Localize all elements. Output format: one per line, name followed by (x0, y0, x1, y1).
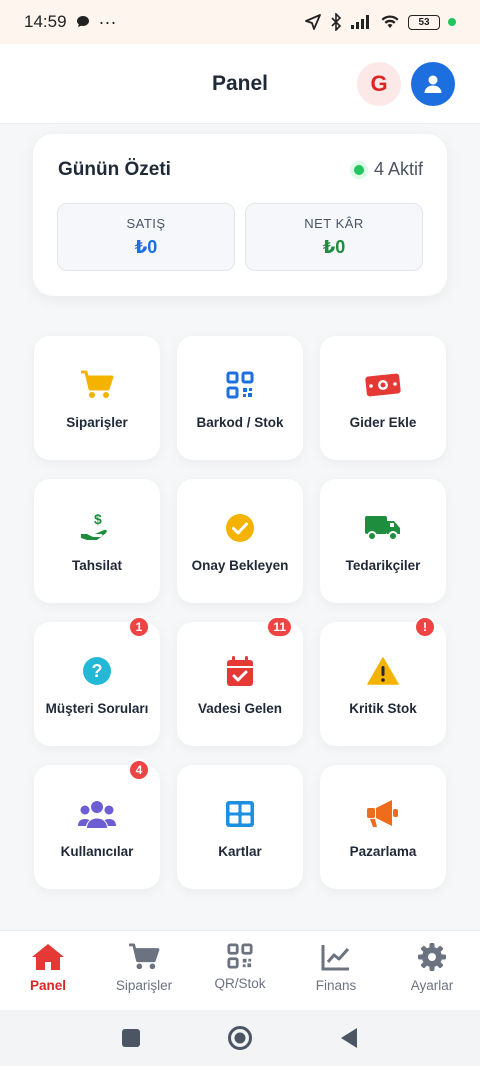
sales-stat: SATIŞ ₺0 (57, 203, 235, 271)
cart-icon (129, 943, 160, 970)
tile-label: Kritik Stok (349, 701, 417, 716)
tile-label: Vadesi Gelen (197, 701, 283, 716)
sales-label: SATIŞ (126, 216, 166, 231)
home-circle-icon[interactable] (227, 1025, 253, 1051)
tile-tedarikciler[interactable]: Tedarikçiler (320, 479, 446, 603)
nav-label: Ayarlar (410, 978, 454, 993)
tile-vadesi-gelen[interactable]: 11 Vadesi Gelen (177, 616, 303, 746)
nav-item-finans[interactable]: Finans (288, 931, 384, 1010)
active-count: 4 Aktif (373, 159, 423, 179)
signal-icon (351, 15, 369, 29)
system-navigation-bar (0, 1010, 480, 1066)
active-dot (353, 164, 364, 175)
qr-icon (226, 371, 254, 399)
notification-badge: 11 (266, 616, 293, 638)
page-title: Panel (211, 71, 269, 95)
tile-gider-ekle[interactable]: Gider Ekle (320, 336, 446, 460)
back-triangle-icon[interactable] (339, 1027, 359, 1049)
tile-label: Tedarikçiler (345, 558, 421, 573)
warning-icon (367, 657, 399, 685)
user-icon (424, 75, 442, 93)
profile-button[interactable] (411, 62, 455, 106)
calendar-check-icon (227, 656, 253, 686)
tile-siparisler[interactable]: Siparişler (34, 336, 160, 460)
nav-item-ayarlar[interactable]: Ayarlar (384, 931, 480, 1010)
tile-label: Pazarlama (349, 844, 417, 859)
megaphone-icon (367, 800, 398, 827)
tile-tahsilat[interactable]: $ Tahsilat (34, 479, 160, 603)
cart-icon (81, 370, 114, 398)
daily-summary-card: Günün Özeti 4 Aktif SATIŞ ₺0 NET KÂR ₺0 (33, 134, 447, 296)
google-account-button[interactable]: G (357, 62, 401, 106)
gear-icon (418, 943, 446, 971)
wifi-icon (381, 15, 399, 28)
tile-label: Siparişler (66, 415, 128, 430)
chart-line-icon (321, 945, 350, 971)
chat-bubble-icon (76, 16, 89, 27)
notification-badge: 4 (128, 759, 150, 781)
tile-kullanicilar[interactable]: 4 Kullanıcılar (34, 759, 160, 889)
bottom-navigation: Panel Siparişler QR/Stok Finans Ayarlar (0, 930, 480, 1010)
net-profit-value: ₺0 (322, 237, 346, 257)
tile-label: Müşteri Soruları (45, 701, 149, 716)
check-circle-icon (226, 514, 254, 542)
tile-label: Barkod / Stok (196, 415, 284, 430)
money-icon (365, 373, 401, 397)
app-header: Panel G (0, 44, 480, 124)
notification-badge: ! (414, 616, 436, 638)
question-icon: ? (83, 657, 111, 685)
tile-kritik-stok[interactable]: ! Kritik Stok (320, 616, 446, 746)
tile-label: Kullanıcılar (60, 844, 134, 859)
active-status: 4 Aktif (353, 159, 423, 180)
status-more-dots: ··· (98, 11, 117, 32)
svg-text:?: ? (92, 661, 103, 681)
summary-title: Günün Özeti (58, 159, 171, 180)
home-icon (32, 944, 64, 970)
nav-label: Finans (315, 978, 357, 993)
tile-label: Onay Bekleyen (191, 558, 289, 573)
net-profit-stat: NET KÂR ₺0 (245, 203, 423, 271)
hand-dollar-icon: $ (81, 512, 107, 540)
net-profit-label: NET KÂR (304, 216, 364, 231)
tile-label: Tahsilat (71, 558, 122, 573)
status-bar: 14:59 ··· 53 (0, 0, 480, 44)
tile-pazarlama[interactable]: Pazarlama (320, 765, 446, 889)
tile-label: Gider Ekle (349, 415, 417, 430)
tile-label: Kartlar (218, 844, 262, 859)
nav-label: QR/Stok (214, 976, 266, 991)
sales-value: ₺0 (134, 237, 158, 257)
bluetooth-icon (331, 13, 342, 31)
nav-item-siparisler[interactable]: Siparişler (96, 931, 192, 1010)
privacy-indicator-dot (448, 18, 456, 26)
tile-onay-bekleyen[interactable]: Onay Bekleyen (177, 479, 303, 603)
nav-label: Siparişler (115, 978, 173, 993)
tile-kartlar[interactable]: Kartlar (177, 765, 303, 889)
location-arrow-icon (305, 14, 321, 30)
recents-square-icon[interactable] (121, 1028, 141, 1048)
truck-icon (365, 516, 400, 541)
status-time: 14:59 (24, 12, 67, 31)
nav-item-panel[interactable]: Panel (0, 931, 96, 1010)
qr-icon (227, 943, 253, 969)
notification-badge: 1 (128, 616, 150, 638)
svg-text:$: $ (94, 512, 102, 527)
battery-indicator: 53 (408, 14, 440, 30)
grid-icon (226, 801, 254, 827)
users-icon (78, 801, 116, 828)
nav-label: Panel (29, 978, 67, 993)
nav-item-qr-stok[interactable]: QR/Stok (192, 931, 288, 1010)
tile-barkod-stok[interactable]: Barkod / Stok (177, 336, 303, 460)
tile-musteri-sorulari[interactable]: 1 ? Müşteri Soruları (34, 616, 160, 746)
